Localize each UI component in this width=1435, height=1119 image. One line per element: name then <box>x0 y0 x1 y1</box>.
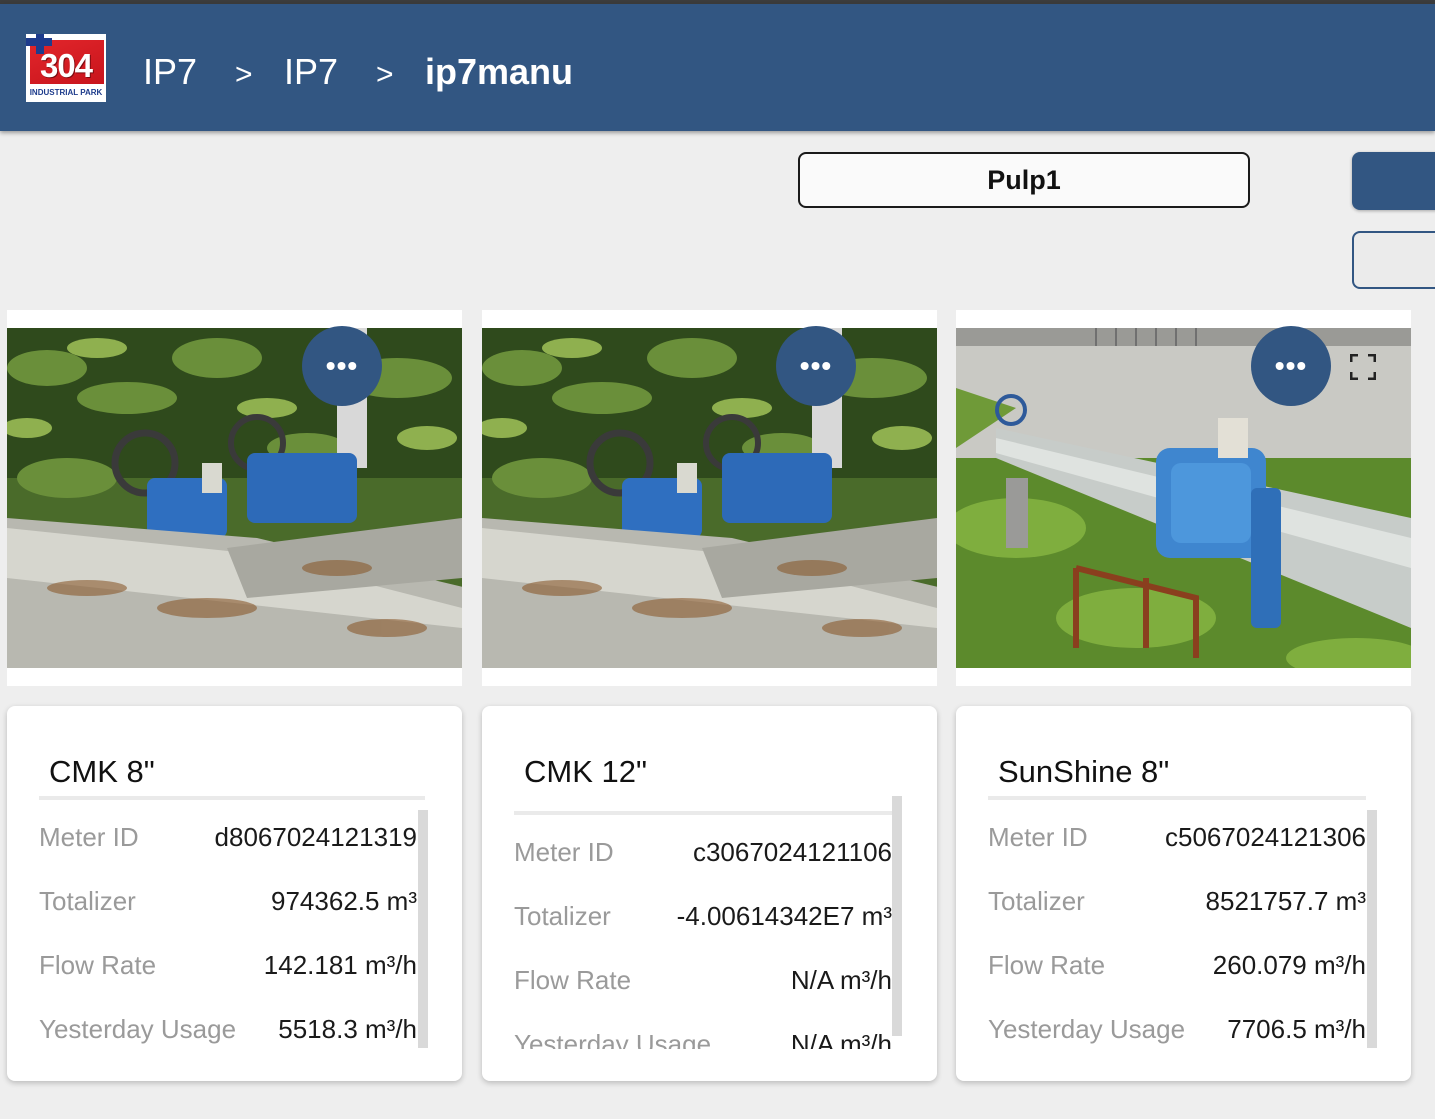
yesterday-usage-value: 5518.3 m³/h <box>278 1014 417 1044</box>
yesterday-usage-row: Yesterday Usage N/A m³/h <box>514 1027 892 1049</box>
more-options-button[interactable]: ••• <box>302 326 382 406</box>
breadcrumb-item-1[interactable]: IP7 <box>143 50 197 94</box>
meter-photo-card: ••• <box>7 310 462 686</box>
yesterday-usage-label: Yesterday Usage <box>514 1029 712 1049</box>
breadcrumb-item-2[interactable]: IP7 <box>284 50 338 94</box>
group-select-button[interactable]: Pulp1 <box>798 152 1250 208</box>
breadcrumb-current: ip7manu <box>425 51 574 92</box>
meter-details-scroll[interactable]: Meter ID d8067024121319 Totalizer 974362… <box>39 806 417 1049</box>
more-horizontal-icon: ••• <box>325 350 359 381</box>
title-divider <box>39 796 425 800</box>
meter-info-card: SunShine 8" Meter ID c5067024121306 Tota… <box>956 706 1411 1081</box>
flow-rate-row: Flow Rate 142.181 m³/h <box>39 948 417 982</box>
meter-photo[interactable] <box>482 328 937 668</box>
app-header: 304 INDUSTRIAL PARK IP7 > IP7 > ip7manu <box>0 4 1435 131</box>
meter-photo-card: ••• <box>482 310 937 686</box>
title-divider <box>988 796 1366 800</box>
yesterday-usage-row: Yesterday Usage 7706.5 m³/h <box>988 1012 1366 1046</box>
scrollbar[interactable] <box>418 810 428 1048</box>
yesterday-usage-value: N/A m³/h <box>790 1029 892 1049</box>
totalizer-row: Totalizer -4.00614342E7 m³ <box>514 899 892 933</box>
flow-rate-row: Flow Rate 260.079 m³/h <box>988 948 1366 982</box>
meter-id-row: Meter ID c5067024121306 <box>988 820 1366 854</box>
meter-id-value: d8067024121319 <box>214 822 417 852</box>
primary-action-button[interactable] <box>1352 152 1435 210</box>
meter-id-label: Meter ID <box>988 822 1088 852</box>
more-horizontal-icon: ••• <box>1274 350 1308 381</box>
yesterday-usage-value: 7706.5 m³/h <box>1227 1014 1366 1044</box>
flow-rate-value: 260.079 m³/h <box>1212 950 1366 980</box>
totalizer-label: Totalizer <box>988 886 1085 916</box>
meter-id-value: c3067024121106 <box>692 837 892 867</box>
fullscreen-icon[interactable] <box>1349 353 1377 381</box>
totalizer-value: -4.00614342E7 m³ <box>676 901 892 931</box>
meter-info-card: CMK 12" Meter ID c3067024121106 Totalize… <box>482 706 937 1081</box>
meter-id-label: Meter ID <box>514 837 614 867</box>
yesterday-usage-row: Yesterday Usage 5518.3 m³/h <box>39 1012 417 1046</box>
flow-rate-value: N/A m³/h <box>790 965 892 995</box>
meter-photo[interactable] <box>7 328 462 668</box>
meter-photo-card: ••• <box>956 310 1411 686</box>
meter-info-card: CMK 8" Meter ID d8067024121319 Totalizer… <box>7 706 462 1081</box>
secondary-action-button[interactable] <box>1352 231 1435 289</box>
meter-title: SunShine 8" <box>998 754 1170 789</box>
flow-rate-label: Flow Rate <box>514 965 632 995</box>
logo-number: 304 <box>39 47 93 84</box>
meter-photo[interactable] <box>956 328 1411 668</box>
meter-id-label: Meter ID <box>39 822 139 852</box>
company-logo[interactable]: 304 INDUSTRIAL PARK <box>26 34 106 102</box>
flow-rate-label: Flow Rate <box>988 950 1106 980</box>
meter-title: CMK 12" <box>524 754 647 789</box>
flow-rate-row: Flow Rate N/A m³/h <box>514 963 892 997</box>
totalizer-row: Totalizer 974362.5 m³ <box>39 884 417 918</box>
scrollbar[interactable] <box>892 796 902 1036</box>
meter-id-row: Meter ID c3067024121106 <box>514 835 892 869</box>
totalizer-label: Totalizer <box>39 886 136 916</box>
meter-id-value: c5067024121306 <box>1165 822 1366 852</box>
yesterday-usage-label: Yesterday Usage <box>39 1014 237 1044</box>
totalizer-row: Totalizer 8521757.7 m³ <box>988 884 1366 918</box>
more-horizontal-icon: ••• <box>799 350 833 381</box>
yesterday-usage-label: Yesterday Usage <box>988 1014 1186 1044</box>
meter-details-scroll[interactable]: Meter ID c5067024121306 Totalizer 852175… <box>988 806 1366 1049</box>
totalizer-value: 8521757.7 m³ <box>1205 886 1366 916</box>
breadcrumb-separator: > <box>235 58 253 91</box>
more-options-button[interactable]: ••• <box>776 326 856 406</box>
meter-details-scroll[interactable]: Meter ID c3067024121106 Totalizer -4.006… <box>514 821 892 1049</box>
meter-title: CMK 8" <box>49 754 155 789</box>
more-options-button[interactable]: ••• <box>1251 326 1331 406</box>
totalizer-value: 974362.5 m³ <box>271 886 417 916</box>
flow-rate-value: 142.181 m³/h <box>263 950 417 980</box>
totalizer-label: Totalizer <box>514 901 611 931</box>
flow-rate-label: Flow Rate <box>39 950 157 980</box>
logo-subtitle: INDUSTRIAL PARK <box>29 88 103 97</box>
title-divider <box>514 811 894 815</box>
meter-id-row: Meter ID d8067024121319 <box>39 820 417 854</box>
scrollbar[interactable] <box>1367 810 1377 1048</box>
breadcrumb-separator: > <box>376 58 394 91</box>
